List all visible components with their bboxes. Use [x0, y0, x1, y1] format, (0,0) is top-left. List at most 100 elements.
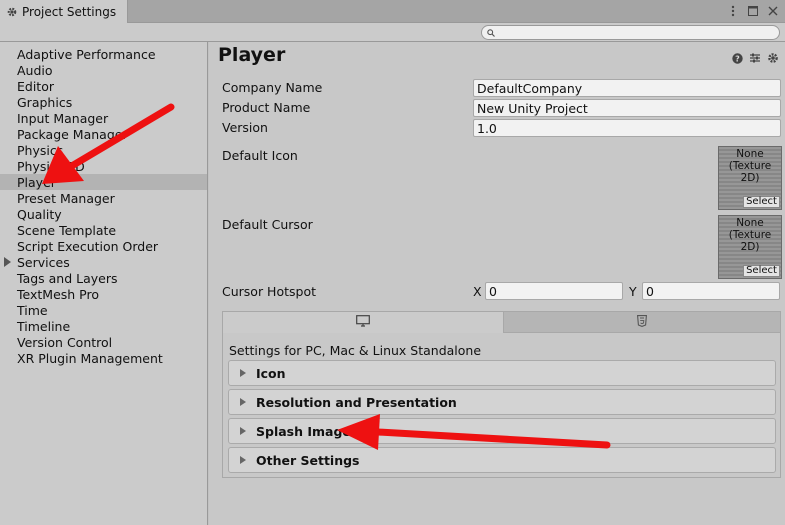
sidebar-item-label: Scene Template: [17, 222, 117, 238]
company-name-label: Company Name: [222, 80, 323, 95]
hotspot-x-field[interactable]: [485, 282, 623, 300]
toolbar: [0, 23, 785, 42]
search-input[interactable]: [498, 26, 768, 39]
platform-settings-panel: Settings for PC, Mac & Linux Standalone …: [222, 311, 781, 478]
sidebar-item-editor[interactable]: Editor: [0, 78, 207, 94]
foldout-arrow-icon: [240, 427, 246, 435]
sidebar-item-label: Editor: [17, 78, 54, 94]
sidebar-item-xr-plugin-management[interactable]: XR Plugin Management: [0, 350, 207, 366]
section-other-settings-foldout[interactable]: Other Settings: [228, 447, 776, 473]
sidebar-item-script-execution-order[interactable]: Script Execution Order: [0, 238, 207, 254]
sidebar-item-label: Script Execution Order: [17, 238, 159, 254]
tab-standalone[interactable]: [223, 312, 503, 333]
sidebar-item-label: Quality: [17, 206, 62, 222]
title-bar: Project Settings: [0, 0, 785, 24]
help-icon[interactable]: ?: [731, 52, 743, 64]
sidebar-item-textmesh-pro[interactable]: TextMesh Pro: [0, 286, 207, 302]
sidebar-item-label: Graphics: [17, 94, 73, 110]
section-label: Splash Image: [256, 423, 351, 439]
close-icon[interactable]: [767, 4, 779, 18]
section-label: Icon: [256, 365, 286, 381]
html5-icon: [637, 314, 647, 330]
sidebar-item-physics[interactable]: Physics: [0, 142, 207, 158]
product-name-field[interactable]: [473, 99, 781, 117]
sidebar-item-timeline[interactable]: Timeline: [0, 318, 207, 334]
hotspot-y-field[interactable]: [642, 282, 780, 300]
sidebar-item-version-control[interactable]: Version Control: [0, 334, 207, 350]
more-options-icon[interactable]: [727, 4, 739, 18]
player-settings-panel: Player ? Company Name Product Name Versi…: [209, 42, 785, 525]
hotspot-y-label: Y: [629, 284, 637, 299]
section-splash-image-foldout[interactable]: Splash Image: [228, 418, 776, 444]
section-icon-foldout[interactable]: Icon: [228, 360, 776, 386]
cursor-texture-none-label: None: [736, 217, 764, 229]
sidebar-item-quality[interactable]: Quality: [0, 206, 207, 222]
sidebar-item-label: Audio: [17, 62, 53, 78]
product-name-label: Product Name: [222, 100, 311, 115]
sidebar-item-label: Timeline: [17, 318, 71, 334]
foldout-arrow-icon: [240, 369, 246, 377]
cursor-texture-none-text: None (Texture 2D): [719, 217, 781, 253]
tab-webgl[interactable]: [503, 312, 780, 333]
sidebar-item-tags-and-layers[interactable]: Tags and Layers: [0, 270, 207, 286]
foldout-arrow-icon: [240, 398, 246, 406]
sidebar-item-label: Physics: [17, 142, 64, 158]
expand-arrow-icon[interactable]: [4, 257, 11, 267]
sidebar-item-audio[interactable]: Audio: [0, 62, 207, 78]
window-controls: [727, 4, 779, 18]
project-settings-tab[interactable]: Project Settings: [0, 0, 128, 24]
section-label: Other Settings: [256, 452, 360, 468]
section-label: Resolution and Presentation: [256, 394, 457, 410]
foldout-arrow-icon: [240, 456, 246, 464]
search-icon: [487, 26, 495, 40]
sidebar-item-services[interactable]: Services: [0, 254, 207, 270]
page-title: Player: [218, 44, 286, 66]
sidebar: Adaptive Performance Audio Editor Graphics I…: [0, 42, 208, 525]
sidebar-item-label: XR Plugin Management: [17, 350, 163, 366]
sidebar-item-label: Package Manager: [17, 126, 128, 142]
sidebar-item-adaptive-performance[interactable]: Adaptive Performance: [0, 46, 207, 62]
default-icon-label: Default Icon: [222, 148, 298, 163]
sidebar-item-label: Physics 2D: [17, 158, 85, 174]
default-cursor-select-button[interactable]: Select: [743, 265, 780, 277]
sidebar-item-preset-manager[interactable]: Preset Manager: [0, 190, 207, 206]
preset-icon[interactable]: [749, 52, 761, 64]
sidebar-item-package-manager[interactable]: Package Manager: [0, 126, 207, 142]
cursor-hotspot-label: Cursor Hotspot: [222, 284, 317, 299]
default-icon-texture-field[interactable]: None (Texture 2D) Select: [718, 146, 782, 210]
sidebar-item-label: Player: [17, 174, 56, 190]
section-resolution-foldout[interactable]: Resolution and Presentation: [228, 389, 776, 415]
company-name-field[interactable]: [473, 79, 781, 97]
sidebar-item-input-manager[interactable]: Input Manager: [0, 110, 207, 126]
sidebar-item-physics-2d[interactable]: Physics 2D: [0, 158, 207, 174]
gear-icon: [6, 6, 18, 18]
version-field[interactable]: [473, 119, 781, 137]
default-cursor-label: Default Cursor: [222, 217, 313, 232]
maximize-icon[interactable]: [747, 4, 759, 18]
texture-type-label: (Texture 2D): [728, 160, 772, 184]
sidebar-item-player[interactable]: Player: [0, 174, 207, 190]
search-box[interactable]: [481, 25, 780, 40]
settings-gear-icon[interactable]: [767, 52, 779, 64]
tab-title: Project Settings: [22, 5, 117, 19]
sidebar-item-graphics[interactable]: Graphics: [0, 94, 207, 110]
sidebar-item-label: Tags and Layers: [17, 270, 118, 286]
sidebar-item-time[interactable]: Time: [0, 302, 207, 318]
monitor-icon: [356, 315, 370, 330]
hotspot-x-label: X: [473, 284, 482, 299]
svg-text:?: ?: [735, 54, 740, 63]
default-cursor-texture-field[interactable]: None (Texture 2D) Select: [718, 215, 782, 279]
texture-none-text: None (Texture 2D): [719, 148, 781, 184]
header-icons: ?: [731, 52, 779, 64]
sidebar-item-label: Time: [17, 302, 48, 318]
cursor-texture-type-label: (Texture 2D): [728, 229, 772, 253]
platform-settings-title: Settings for PC, Mac & Linux Standalone: [229, 343, 482, 358]
sidebar-item-label: Input Manager: [17, 110, 109, 126]
texture-none-label: None: [736, 148, 764, 160]
version-label: Version: [222, 120, 268, 135]
sidebar-item-scene-template[interactable]: Scene Template: [0, 222, 207, 238]
sidebar-item-label: Services: [17, 254, 70, 270]
sidebar-item-label: Adaptive Performance: [17, 46, 156, 62]
sidebar-item-label: Preset Manager: [17, 190, 115, 206]
default-icon-select-button[interactable]: Select: [743, 196, 780, 208]
